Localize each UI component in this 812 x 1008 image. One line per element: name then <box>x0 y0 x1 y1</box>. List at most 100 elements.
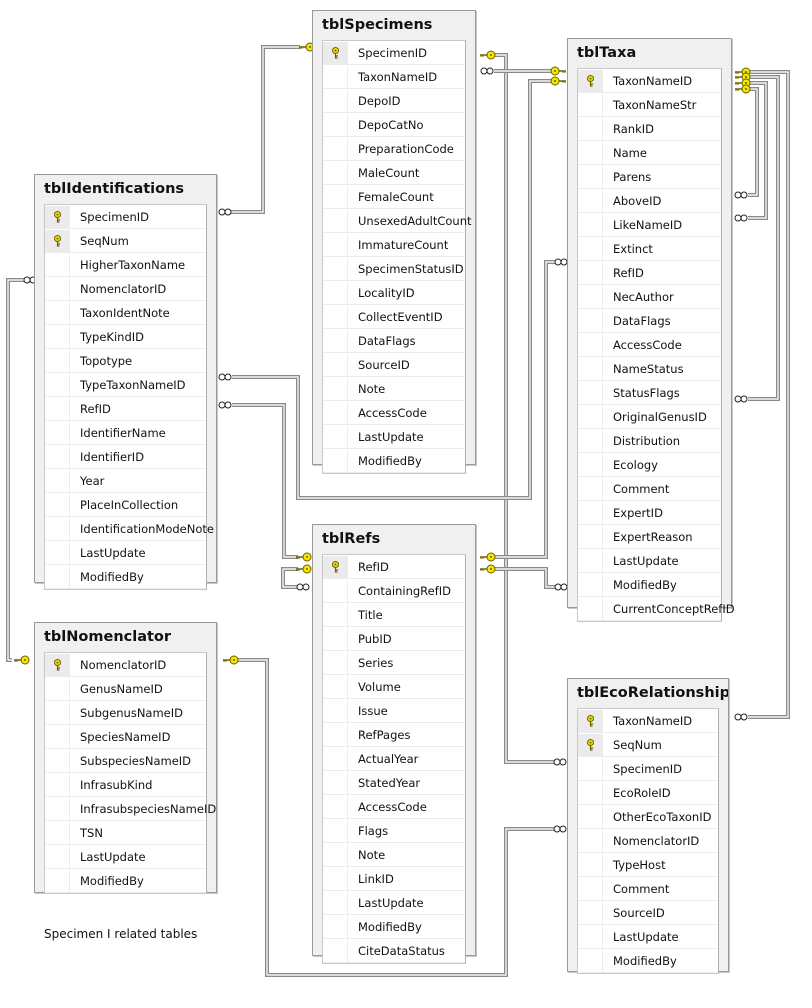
relationship-line[interactable] <box>230 45 300 214</box>
table-tblNomenclator[interactable]: tblNomenclator NomenclatorID GenusNameID S… <box>34 622 217 894</box>
column-row[interactable]: GenusNameID <box>45 677 206 701</box>
column-row[interactable]: LastUpdate <box>45 845 206 869</box>
column-row[interactable]: ExpertReason <box>578 525 721 549</box>
relationship-line[interactable] <box>281 567 298 589</box>
column-row[interactable]: Flags <box>323 819 465 843</box>
column-row[interactable]: Issue <box>323 699 465 723</box>
column-row[interactable]: TSN <box>45 821 206 845</box>
column-row[interactable]: DataFlags <box>323 329 465 353</box>
column-row[interactable]: DataFlags <box>578 309 721 333</box>
column-row[interactable]: SeqNum <box>578 733 718 757</box>
column-row[interactable]: TypeTaxonNameID <box>45 373 206 397</box>
column-row[interactable]: SpecimenID <box>323 41 465 65</box>
column-row[interactable]: Extinct <box>578 237 721 261</box>
column-row[interactable]: NomenclatorID <box>45 653 206 677</box>
column-row[interactable]: TaxonIdentNote <box>45 301 206 325</box>
column-row[interactable]: NomenclatorID <box>578 829 718 853</box>
column-row[interactable]: StatusFlags <box>578 381 721 405</box>
column-row[interactable]: IdentifierID <box>45 445 206 469</box>
relationship-line[interactable] <box>6 278 34 662</box>
column-row[interactable]: TaxonNameID <box>578 69 721 93</box>
column-row[interactable]: RefID <box>323 555 465 579</box>
column-row[interactable]: StatedYear <box>323 771 465 795</box>
column-row[interactable]: PlaceInCollection <box>45 493 206 517</box>
column-row[interactable]: EcoRoleID <box>578 781 718 805</box>
column-row[interactable]: ModifiedBy <box>45 565 206 589</box>
column-row[interactable]: ModifiedBy <box>45 869 206 893</box>
column-row[interactable]: TaxonNameID <box>323 65 465 89</box>
column-row[interactable]: SpecimenStatusID <box>323 257 465 281</box>
column-row[interactable]: LocalityID <box>323 281 465 305</box>
column-row[interactable]: IdentificationModeNote <box>45 517 214 541</box>
column-row[interactable]: ModifiedBy <box>578 949 718 973</box>
column-row[interactable]: SpecimenID <box>45 205 206 229</box>
column-row[interactable]: Title <box>323 603 465 627</box>
column-row[interactable]: Comment <box>578 477 721 501</box>
relationship-line[interactable] <box>748 87 759 197</box>
column-row[interactable]: Comment <box>578 877 718 901</box>
column-row[interactable]: Series <box>323 651 465 675</box>
column-row[interactable]: TypeKindID <box>45 325 206 349</box>
column-row[interactable]: CurrentConceptRefID <box>578 597 735 621</box>
column-row[interactable]: LastUpdate <box>578 549 721 573</box>
column-row[interactable]: RefID <box>45 397 206 421</box>
column-row[interactable]: TypeHost <box>578 853 718 877</box>
column-row[interactable]: AccessCode <box>323 401 465 425</box>
column-row[interactable]: SourceID <box>323 353 465 377</box>
column-row[interactable]: TaxonNameStr <box>578 93 721 117</box>
column-row[interactable]: FemaleCount <box>323 185 465 209</box>
column-row[interactable]: LikeNameID <box>578 213 721 237</box>
column-row[interactable]: InfrasubKind <box>45 773 206 797</box>
column-row[interactable]: Distribution <box>578 429 721 453</box>
column-row[interactable]: SpeciesNameID <box>45 725 206 749</box>
column-row[interactable]: SubspeciesNameID <box>45 749 206 773</box>
column-row[interactable]: MaleCount <box>323 161 465 185</box>
column-row[interactable]: Topotype <box>45 349 206 373</box>
table-tblEcoRelationships[interactable]: tblEcoRelationships TaxonNameID SeqNum Spe… <box>567 678 729 974</box>
column-row[interactable]: DepoID <box>323 89 465 113</box>
column-row[interactable]: CiteDataStatus <box>323 939 465 963</box>
column-row[interactable]: Ecology <box>578 453 721 477</box>
column-row[interactable]: Volume <box>323 675 465 699</box>
column-row[interactable]: Note <box>323 377 465 401</box>
table-tblRefs[interactable]: tblRefs RefID ContainingRefID Title PubID Se… <box>312 524 476 964</box>
column-row[interactable]: DepoCatNo <box>323 113 465 137</box>
column-row[interactable]: AboveID <box>578 189 721 213</box>
table-tblTaxa[interactable]: tblTaxa TaxonNameID TaxonNameStr RankID Nam… <box>567 38 735 622</box>
column-row[interactable]: SourceID <box>578 901 718 925</box>
column-row[interactable]: RankID <box>578 117 721 141</box>
column-row[interactable]: TaxonNameID <box>578 709 718 733</box>
relationship-line[interactable] <box>490 260 557 559</box>
table-tblIdentifications[interactable]: tblIdentifications SpecimenID SeqNum Highe… <box>34 174 217 590</box>
relationship-line[interactable] <box>490 567 557 589</box>
column-row[interactable]: Parens <box>578 165 721 189</box>
column-row[interactable]: NomenclatorID <box>45 277 206 301</box>
column-row[interactable]: NecAuthor <box>578 285 721 309</box>
column-row[interactable]: PubID <box>323 627 465 651</box>
column-row[interactable]: RefID <box>578 261 721 285</box>
relationship-line[interactable] <box>748 75 780 401</box>
column-row[interactable]: SeqNum <box>45 229 206 253</box>
relationship-line[interactable] <box>232 403 298 559</box>
column-row[interactable]: LastUpdate <box>323 891 465 915</box>
column-row[interactable]: Name <box>578 141 721 165</box>
column-row[interactable]: InfrasubspeciesNameID <box>45 797 216 821</box>
column-row[interactable]: HigherTaxonName <box>45 253 206 277</box>
column-row[interactable]: SpecimenID <box>578 757 718 781</box>
column-row[interactable]: ModifiedBy <box>323 449 465 473</box>
column-row[interactable]: AccessCode <box>578 333 721 357</box>
column-row[interactable]: PreparationCode <box>323 137 465 161</box>
column-row[interactable]: Year <box>45 469 206 493</box>
column-row[interactable]: AccessCode <box>323 795 465 819</box>
column-row[interactable]: LastUpdate <box>45 541 206 565</box>
column-row[interactable]: Note <box>323 843 465 867</box>
column-row[interactable]: LinkID <box>323 867 465 891</box>
column-row[interactable]: ContainingRefID <box>323 579 465 603</box>
column-row[interactable]: CollectEventID <box>323 305 465 329</box>
column-row[interactable]: ModifiedBy <box>323 915 465 939</box>
column-row[interactable]: LastUpdate <box>323 425 465 449</box>
column-row[interactable]: RefPages <box>323 723 465 747</box>
column-row[interactable]: ModifiedBy <box>578 573 721 597</box>
column-row[interactable]: NameStatus <box>578 357 721 381</box>
column-row[interactable]: OtherEcoTaxonID <box>578 805 718 829</box>
